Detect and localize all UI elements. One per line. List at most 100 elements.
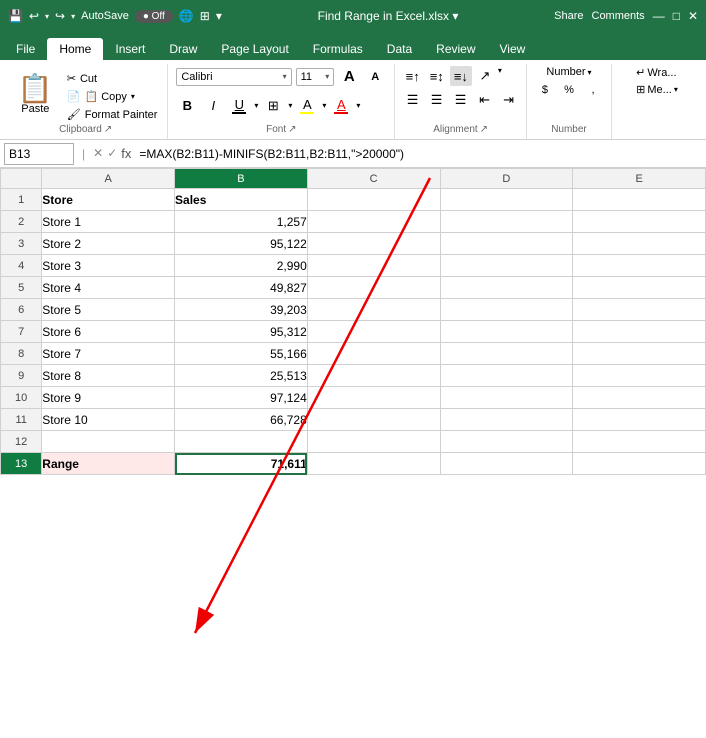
cell-a10[interactable]: Store 9 bbox=[42, 387, 175, 409]
cell-c5[interactable] bbox=[307, 277, 440, 299]
row-header-2[interactable]: 2 bbox=[1, 211, 42, 233]
cell-a8[interactable]: Store 7 bbox=[42, 343, 175, 365]
currency-button[interactable]: $ bbox=[534, 82, 556, 98]
cell-a1[interactable]: Store bbox=[42, 189, 175, 211]
decrease-indent-button[interactable]: ⇤ bbox=[474, 90, 496, 110]
font-color-dropdown[interactable]: ▾ bbox=[356, 101, 360, 110]
cell-b8[interactable]: 55,166 bbox=[175, 343, 308, 365]
font-color-button[interactable]: A bbox=[330, 95, 352, 116]
cell-d3[interactable] bbox=[440, 233, 573, 255]
cell-d12[interactable] bbox=[440, 431, 573, 453]
align-center-button[interactable]: ☰ bbox=[426, 90, 448, 110]
cell-a3[interactable]: Store 2 bbox=[42, 233, 175, 255]
cell-d9[interactable] bbox=[440, 365, 573, 387]
col-header-d[interactable]: D bbox=[440, 169, 573, 189]
col-header-e[interactable]: E bbox=[573, 169, 706, 189]
borders-dropdown[interactable]: ▾ bbox=[288, 101, 292, 110]
italic-button[interactable]: I bbox=[202, 96, 224, 115]
merge-dropdown[interactable]: ▾ bbox=[674, 85, 678, 94]
cell-c1[interactable] bbox=[307, 189, 440, 211]
borders-button[interactable]: ⊞ bbox=[262, 96, 284, 116]
row-header-11[interactable]: 11 bbox=[1, 409, 42, 431]
copy-dropdown[interactable]: ▾ bbox=[131, 92, 135, 101]
autosave-toggle[interactable]: ● Off bbox=[135, 10, 173, 23]
cell-e3[interactable] bbox=[573, 233, 706, 255]
orientation-button[interactable]: ↗ bbox=[474, 66, 496, 86]
align-top-button[interactable]: ≡↑ bbox=[402, 66, 424, 86]
cell-b10[interactable]: 97,124 bbox=[175, 387, 308, 409]
undo-dropdown[interactable]: ▾ bbox=[45, 12, 49, 21]
row-header-3[interactable]: 3 bbox=[1, 233, 42, 255]
cell-d1[interactable] bbox=[440, 189, 573, 211]
wrap-text-label[interactable]: Wra... bbox=[647, 67, 676, 79]
cell-e2[interactable] bbox=[573, 211, 706, 233]
font-expand[interactable]: ↗ bbox=[288, 124, 296, 135]
number-format-dropdown[interactable]: ▾ bbox=[588, 68, 592, 77]
cell-e13[interactable] bbox=[573, 453, 706, 475]
cell-b3[interactable]: 95,122 bbox=[175, 233, 308, 255]
cell-a12[interactable] bbox=[42, 431, 175, 453]
cell-c10[interactable] bbox=[307, 387, 440, 409]
cell-d6[interactable] bbox=[440, 299, 573, 321]
paste-button[interactable]: 📋 Paste bbox=[10, 66, 61, 123]
collab-icon[interactable]: 🌐 bbox=[179, 9, 194, 23]
font-name-selector[interactable]: Calibri ▾ bbox=[176, 68, 291, 86]
tab-draw[interactable]: Draw bbox=[157, 38, 209, 60]
highlight-button[interactable]: A bbox=[296, 95, 318, 116]
cell-a13[interactable]: Range bbox=[42, 453, 175, 475]
cell-a6[interactable]: Store 5 bbox=[42, 299, 175, 321]
align-bottom-button[interactable]: ≡↓ bbox=[450, 66, 472, 86]
customize-icon[interactable]: ▾ bbox=[216, 9, 222, 23]
cell-b7[interactable]: 95,312 bbox=[175, 321, 308, 343]
cell-reference-box[interactable]: B13 bbox=[4, 143, 74, 165]
tab-view[interactable]: View bbox=[488, 38, 538, 60]
cell-b1[interactable]: Sales bbox=[175, 189, 308, 211]
copy-button[interactable]: 📄 📋 Copy ▾ bbox=[63, 88, 162, 105]
insert-function-icon[interactable]: fx bbox=[121, 146, 131, 161]
cell-e10[interactable] bbox=[573, 387, 706, 409]
undo-icon[interactable]: ↩ bbox=[29, 9, 39, 23]
cell-a4[interactable]: Store 3 bbox=[42, 255, 175, 277]
row-header-9[interactable]: 9 bbox=[1, 365, 42, 387]
maximize-button[interactable]: □ bbox=[673, 9, 680, 23]
redo-dropdown[interactable]: ▾ bbox=[71, 12, 75, 21]
redo-icon[interactable]: ↪ bbox=[55, 9, 65, 23]
cell-c9[interactable] bbox=[307, 365, 440, 387]
underline-button[interactable]: U bbox=[228, 95, 250, 116]
row-header-5[interactable]: 5 bbox=[1, 277, 42, 299]
cell-a7[interactable]: Store 6 bbox=[42, 321, 175, 343]
cell-c2[interactable] bbox=[307, 211, 440, 233]
clipboard-expand[interactable]: ↗ bbox=[104, 124, 112, 135]
font-grow-button[interactable]: A bbox=[338, 66, 360, 87]
cell-d5[interactable] bbox=[440, 277, 573, 299]
row-header-4[interactable]: 4 bbox=[1, 255, 42, 277]
cell-c3[interactable] bbox=[307, 233, 440, 255]
formula-content[interactable]: =MAX(B2:B11)-MINIFS(B2:B11,B2:B11,">2000… bbox=[135, 147, 702, 161]
col-header-a[interactable]: A bbox=[42, 169, 175, 189]
align-right-button[interactable]: ☰ bbox=[450, 90, 472, 110]
cell-a9[interactable]: Store 8 bbox=[42, 365, 175, 387]
row-header-12[interactable]: 12 bbox=[1, 431, 42, 453]
cell-d11[interactable] bbox=[440, 409, 573, 431]
cell-b9[interactable]: 25,513 bbox=[175, 365, 308, 387]
tab-formulas[interactable]: Formulas bbox=[301, 38, 375, 60]
tab-review[interactable]: Review bbox=[424, 38, 487, 60]
tab-home[interactable]: Home bbox=[47, 38, 103, 60]
cell-e9[interactable] bbox=[573, 365, 706, 387]
cancel-formula-icon[interactable]: ✕ bbox=[93, 146, 103, 161]
toolbar-icon[interactable]: ⊞ bbox=[200, 9, 210, 23]
merge-label[interactable]: Me... bbox=[647, 84, 671, 96]
cell-a2[interactable]: Store 1 bbox=[42, 211, 175, 233]
cell-e7[interactable] bbox=[573, 321, 706, 343]
cell-d4[interactable] bbox=[440, 255, 573, 277]
cell-c11[interactable] bbox=[307, 409, 440, 431]
bold-button[interactable]: B bbox=[176, 96, 198, 115]
row-header-7[interactable]: 7 bbox=[1, 321, 42, 343]
align-left-button[interactable]: ☰ bbox=[402, 90, 424, 110]
highlight-dropdown[interactable]: ▾ bbox=[322, 101, 326, 110]
increase-indent-button[interactable]: ⇥ bbox=[498, 90, 520, 110]
alignment-expand[interactable]: ↗ bbox=[480, 124, 488, 135]
tab-data[interactable]: Data bbox=[375, 38, 424, 60]
row-header-10[interactable]: 10 bbox=[1, 387, 42, 409]
orientation-dropdown[interactable]: ▾ bbox=[498, 66, 502, 86]
